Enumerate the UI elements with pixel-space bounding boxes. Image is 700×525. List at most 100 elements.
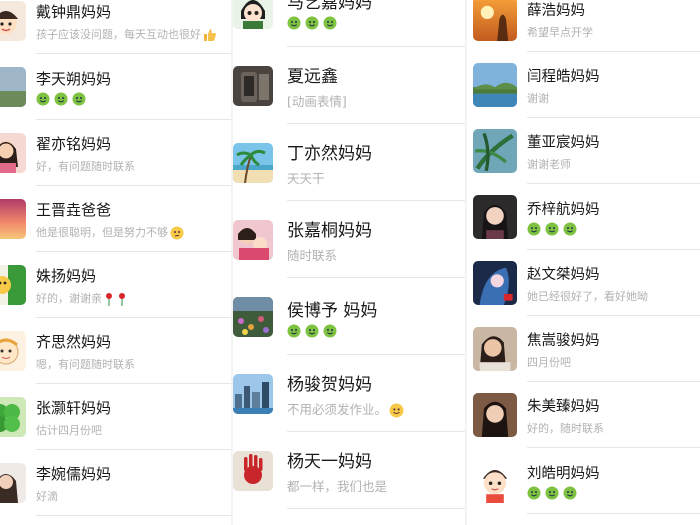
avatar[interactable] — [473, 393, 517, 437]
chat-list-item[interactable]: 姝扬妈妈好的，谢谢亲 — [0, 252, 231, 318]
last-message-preview: 好，有问题随时联系 — [36, 158, 227, 174]
rose-icon — [102, 292, 130, 306]
last-message-text: 都一样，我们也是 — [287, 478, 388, 494]
avatar[interactable] — [473, 459, 517, 503]
thumbs-up-icon — [201, 28, 217, 41]
last-message-text: [动画表情] — [287, 93, 347, 109]
avatar[interactable] — [473, 129, 517, 173]
last-message-preview: 她已经很好了，看好她呦 — [527, 288, 696, 304]
last-message-preview: 孩子应该没问题，每天互动也很好 — [36, 26, 227, 42]
avatar[interactable] — [233, 142, 273, 183]
last-message-preview: 四月份吧 — [527, 354, 696, 370]
last-message-text: 她已经很好了，看好她呦 — [527, 289, 648, 303]
last-message-preview: 希望早点开学 — [527, 24, 696, 40]
last-message-preview: 随时联系 — [287, 245, 461, 264]
chat-list-item[interactable]: 齐思然妈妈嗯，有问题随时联系 — [0, 318, 231, 384]
contact-name: 薛浩妈妈 — [527, 2, 585, 19]
last-message-text: 希望早点开学 — [527, 25, 593, 39]
chat-list-item[interactable]: 李婉儒妈妈 好滴 — [0, 450, 231, 516]
chat-list-item[interactable]: 马艺嘉妈妈 — [233, 0, 465, 47]
chat-list-column-2: 马艺嘉妈妈夏远鑫 [动画表情] 丁亦然妈妈天天干张嘉桐妈妈随时联系侯博予 妈妈 杨骏贺… — [233, 0, 465, 525]
contact-name: 马艺嘉妈妈 — [287, 0, 372, 13]
contact-name: 翟亦铭妈妈 — [36, 134, 112, 153]
avatar[interactable] — [0, 397, 26, 437]
last-message-preview: 好的，谢谢亲 — [36, 290, 227, 306]
last-message-preview: 估计四月份吧 — [36, 422, 227, 438]
avatar[interactable] — [0, 463, 26, 503]
last-message-text: 谢谢老师 — [527, 157, 571, 171]
chat-list-item[interactable]: 乔梓航妈妈 — [467, 184, 700, 250]
emoji-smile-row-icon — [36, 92, 227, 106]
last-message-preview: 他是很聪明，但是努力不够 — [36, 224, 227, 240]
emoji-smile-row-icon — [527, 222, 696, 236]
avatar[interactable] — [233, 65, 273, 106]
last-message-text: 不用必须发作业。 — [287, 401, 388, 417]
avatar[interactable] — [233, 219, 273, 260]
contact-name: 王晋垚爸爸 — [36, 200, 112, 219]
contact-name: 张嘉桐妈妈 — [287, 220, 372, 241]
avatar[interactable] — [473, 0, 517, 41]
avatar[interactable] — [233, 0, 273, 29]
last-message-preview: 谢谢 — [527, 90, 696, 106]
chat-list-item[interactable]: 丁亦然妈妈 天天干 — [233, 124, 465, 201]
chat-list-item[interactable]: 张灏轩妈妈 估计四月份吧 — [0, 384, 231, 450]
avatar[interactable] — [0, 67, 26, 107]
avatar[interactable] — [0, 199, 26, 239]
avatar[interactable] — [0, 133, 26, 173]
last-message-text: 随时联系 — [287, 247, 338, 263]
avatar[interactable] — [233, 450, 273, 491]
chat-list-item[interactable]: 王晋垚爸爸他是很聪明，但是努力不够 — [0, 186, 231, 252]
chat-list-item[interactable]: 杨天一妈妈都一样，我们也是 — [233, 432, 465, 509]
avatar[interactable] — [473, 63, 517, 107]
chat-list-item[interactable]: 薛浩妈妈希望早点开学 — [467, 0, 700, 52]
last-message-preview: 好滴 — [36, 488, 227, 504]
chat-list-item[interactable]: 戴钟鼎妈妈孩子应该没问题，每天互动也很好 — [0, 0, 231, 54]
contact-name: 杨天一妈妈 — [287, 451, 372, 472]
last-message-text: 好，有问题随时联系 — [36, 159, 135, 173]
last-message-preview: 不用必须发作业。 — [287, 399, 461, 418]
contact-name: 丁亦然妈妈 — [287, 143, 372, 164]
emoji-smile-row-icon — [287, 16, 461, 30]
contact-name: 姝扬妈妈 — [36, 266, 97, 285]
chat-list-item[interactable]: 刘皓明妈妈 — [467, 448, 700, 514]
last-message-preview: 嗯，有问题随时联系 — [36, 356, 227, 372]
chat-list-item[interactable]: 朱美臻妈妈 好的，随时联系 — [467, 382, 700, 448]
avatar[interactable] — [233, 373, 273, 414]
last-message-preview: 天天干 — [287, 168, 461, 187]
contact-name: 戴钟鼎妈妈 — [36, 2, 112, 21]
chat-list-item[interactable]: 侯博予 妈妈 — [233, 278, 465, 355]
smile-icon — [387, 402, 404, 417]
contact-name: 李婉儒妈妈 — [36, 464, 112, 483]
last-message-text: 天天干 — [287, 170, 325, 186]
contact-name: 夏远鑫 — [287, 66, 338, 87]
last-message-text: 谢谢 — [527, 91, 549, 105]
chat-list-item[interactable]: 夏远鑫 [动画表情] — [233, 47, 465, 124]
avatar[interactable] — [473, 195, 517, 239]
chat-list-column-3: 薛浩妈妈希望早点开学 闫程皓妈妈谢谢董亚宸妈妈 谢谢老师 乔梓航妈妈 赵文桀妈妈 她已经很… — [467, 0, 700, 525]
chat-list-item[interactable]: 张嘉桐妈妈 随时联系 — [233, 201, 465, 278]
contact-name: 李天朔妈妈 — [36, 70, 112, 88]
last-message-text: 好的，谢谢亲 — [36, 291, 102, 305]
contact-name: 闫程皓妈妈 — [527, 68, 600, 85]
avatar[interactable] — [0, 1, 26, 41]
chat-list-item[interactable]: 董亚宸妈妈 谢谢老师 — [467, 118, 700, 184]
contact-name: 齐思然妈妈 — [36, 332, 112, 351]
chat-list-item[interactable]: 杨骏贺妈妈 不用必须发作业。 — [233, 355, 465, 432]
avatar[interactable] — [233, 296, 273, 337]
last-message-preview: 好的，随时联系 — [527, 420, 696, 436]
chat-list-item[interactable]: 赵文桀妈妈 她已经很好了，看好她呦 — [467, 250, 700, 316]
avatar[interactable] — [473, 261, 517, 305]
last-message-text: 孩子应该没问题，每天互动也很好 — [36, 27, 201, 41]
chat-list-item[interactable]: 李天朔妈妈 — [0, 54, 231, 120]
contact-name: 刘皓明妈妈 — [527, 466, 600, 482]
avatar[interactable] — [473, 327, 517, 371]
chat-list-item[interactable]: 闫程皓妈妈 谢谢 — [467, 52, 700, 118]
last-message-preview: [动画表情] — [287, 91, 461, 110]
emoji-smile-row-icon — [527, 486, 696, 500]
avatar[interactable] — [0, 331, 26, 371]
thinking-icon — [168, 226, 184, 239]
chat-list-item[interactable]: 翟亦铭妈妈好，有问题随时联系 — [0, 120, 231, 186]
chat-list-item[interactable]: 焦嵩骏妈妈 四月份吧 — [467, 316, 700, 382]
last-message-preview: 谢谢老师 — [527, 156, 696, 172]
avatar[interactable] — [0, 265, 26, 305]
